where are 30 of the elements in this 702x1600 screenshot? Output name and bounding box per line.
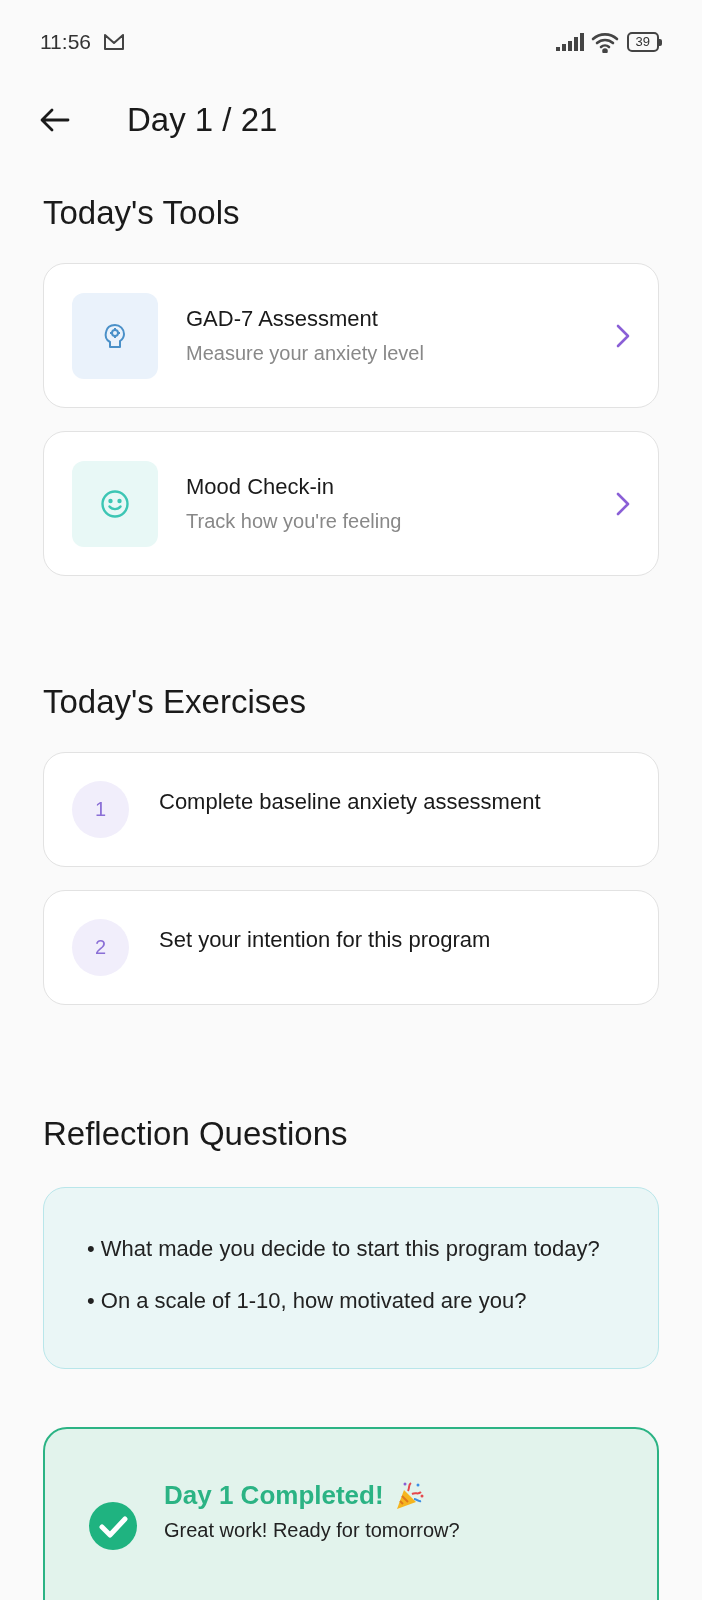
chevron-right-icon <box>616 491 630 516</box>
tool-subtitle: Track how you're feeling <box>186 510 403 533</box>
exercise-card[interactable]: 1 Complete baseline anxiety assessment <box>43 752 659 867</box>
mail-icon <box>103 33 125 51</box>
exercise-card[interactable]: 2 Set your intention for this program <box>43 890 659 1005</box>
chevron-right-icon <box>616 323 630 348</box>
exercise-text: Complete baseline anxiety assessment <box>159 788 541 815</box>
tool-title: Mood Check-in <box>186 474 335 500</box>
step-number: 2 <box>72 919 129 976</box>
step-number: 1 <box>72 781 129 838</box>
head-gear-icon <box>103 322 127 349</box>
tool-card[interactable]: GAD-7 Assessment Measure your anxiety level <box>43 263 659 408</box>
exercise-text: Set your intention for this program <box>159 926 491 953</box>
section-heading: Today's Exercises <box>43 683 308 721</box>
reflection-question: • What made you decide to start this program today? <box>87 1235 601 1263</box>
tool-title: GAD-7 Assessment <box>186 306 379 332</box>
battery-icon: 39 <box>626 32 662 52</box>
section-heading: Today's Tools <box>43 194 241 232</box>
completion-title: Day 1 Completed! <box>164 1479 384 1511</box>
section-heading: Reflection Questions <box>43 1115 349 1153</box>
page-title: Day 1 / 21 <box>127 101 278 139</box>
status-time: 11:56 <box>40 30 91 54</box>
tool-card[interactable]: Mood Check-in Track how you're feeling <box>43 431 659 576</box>
smile-icon <box>100 488 130 519</box>
reflection-question: • On a scale of 1-10, how motivated are you? <box>87 1287 528 1315</box>
signal-icon <box>554 32 585 52</box>
wifi-icon <box>590 31 621 53</box>
check-circle-icon <box>88 1501 138 1551</box>
tool-subtitle: Measure your anxiety level <box>186 342 425 365</box>
completion-message: Great work! Ready for tomorrow? <box>164 1519 460 1542</box>
